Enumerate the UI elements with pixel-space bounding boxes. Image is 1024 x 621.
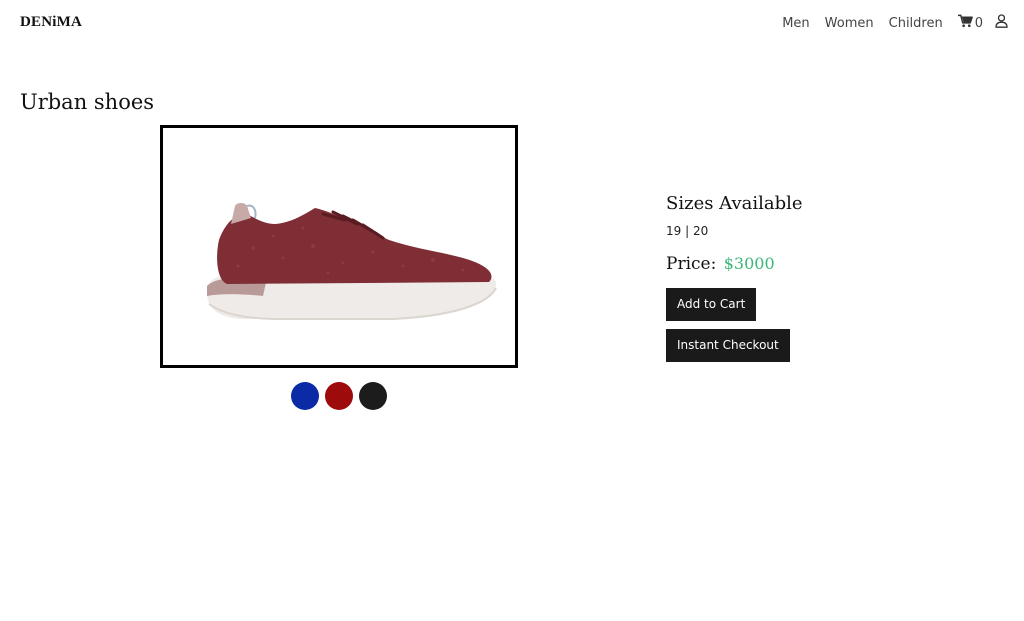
nav-link-women[interactable]: Women <box>825 16 874 31</box>
price-value: $3000 <box>723 254 775 273</box>
product-image-frame <box>160 125 518 368</box>
brand-logo[interactable]: DENiMA <box>20 14 82 31</box>
user-icon <box>995 14 1008 32</box>
shoe-image <box>163 128 515 365</box>
color-swatch-blue[interactable] <box>291 382 319 410</box>
nav-links: Men Women Children 0 <box>767 14 1008 32</box>
cart-icon <box>957 14 973 32</box>
price-label: Price: <box>666 254 717 274</box>
color-swatch-black[interactable] <box>359 382 387 410</box>
cart-count: 0 <box>974 15 983 31</box>
sizes-list: 19 | 20 <box>666 224 709 238</box>
sizes-heading: Sizes Available <box>666 193 803 214</box>
instant-checkout-button[interactable]: Instant Checkout <box>666 329 790 362</box>
product-title: Urban shoes <box>20 90 155 114</box>
cart-button[interactable]: 0 <box>957 14 983 32</box>
price-row: Price: $3000 <box>666 254 803 274</box>
navbar: DENiMA Men Women Children 0 <box>0 0 1024 46</box>
nav-link-children[interactable]: Children <box>889 16 943 31</box>
product-info: Sizes Available 19 | 20 Price: $3000 Add… <box>666 193 803 362</box>
add-to-cart-button[interactable]: Add to Cart <box>666 288 757 321</box>
nav-link-men[interactable]: Men <box>782 16 809 31</box>
color-swatch-red[interactable] <box>325 382 353 410</box>
user-account-button[interactable] <box>995 14 1008 32</box>
color-swatches <box>291 382 393 410</box>
